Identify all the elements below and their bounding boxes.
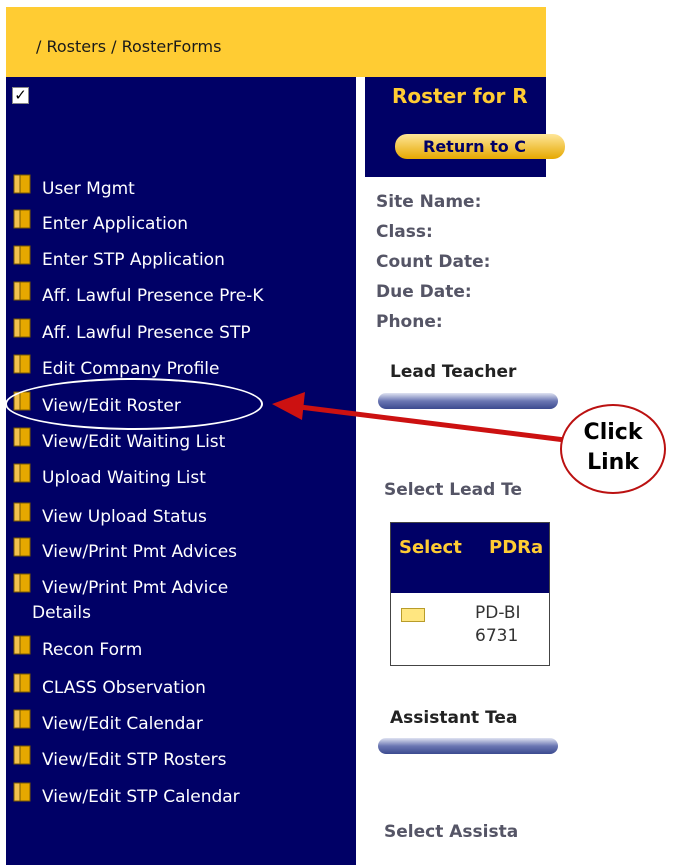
assistant-teacher-heading: Assistant Tea: [390, 708, 518, 728]
lead-teacher-table: Select PDRa PD-BI 6731: [390, 522, 550, 666]
select-assistant-label: Select Assista: [384, 822, 519, 842]
sidebar-item-label: Aff. Lawful Presence STP: [42, 323, 251, 343]
select-lead-teacher-label: Select Lead Te: [384, 480, 523, 500]
lead-teacher-bar: [378, 393, 558, 409]
sidebar-item-label: View/Edit Waiting List: [42, 432, 226, 452]
sidebar-item-label: CLASS Observation: [42, 678, 206, 698]
highlight-ellipse: [5, 378, 263, 430]
sidebar-item-label: Enter Application: [42, 214, 189, 234]
book-icon: [13, 354, 31, 374]
pdr-cell-line1: PD-BI: [475, 603, 521, 623]
book-icon: [13, 635, 31, 655]
count-date-label: Count Date:: [376, 252, 491, 272]
sidebar-item-label: Upload Waiting List: [42, 468, 206, 488]
book-icon: [13, 709, 31, 729]
column-header-select: Select: [399, 537, 462, 558]
click-link-callout: Click Link: [560, 404, 666, 494]
sidebar-item-label: Enter STP Application: [42, 250, 225, 270]
book-icon: [13, 318, 31, 338]
site-name-label: Site Name:: [376, 192, 482, 212]
phone-label: Phone:: [376, 312, 443, 332]
book-icon: [13, 427, 31, 447]
book-icon: [13, 281, 31, 301]
sidebar-item-label: View/Edit Calendar: [42, 714, 203, 734]
table-row[interactable]: PD-BI 6731: [391, 593, 549, 665]
sidebar-item-label-line2: Details: [32, 603, 91, 623]
callout-line2: Link: [587, 450, 639, 475]
sidebar-item-label: Aff. Lawful Presence Pre-K: [42, 286, 264, 306]
book-icon: [13, 463, 31, 483]
column-header-pdr: PDRa: [489, 537, 544, 558]
sidebar-item-label: View/Print Pmt Advices: [42, 542, 238, 562]
breadcrumb: / Rosters / RosterForms: [36, 37, 222, 56]
book-icon: [13, 573, 31, 593]
checkbox[interactable]: ✓: [12, 87, 29, 104]
sidebar-item-label: View Upload Status: [42, 507, 207, 527]
book-icon: [13, 673, 31, 693]
book-icon: [13, 537, 31, 557]
page-title: Roster for R: [392, 84, 528, 108]
folder-icon[interactable]: [401, 608, 425, 622]
book-icon: [13, 245, 31, 265]
book-icon: [13, 209, 31, 229]
sidebar-item-label: View/Edit STP Rosters: [42, 750, 227, 770]
sidebar-item-label: Edit Company Profile: [42, 359, 220, 379]
return-button[interactable]: Return to C: [395, 134, 565, 159]
book-icon: [13, 502, 31, 522]
sidebar-item-label: View/Edit STP Calendar: [42, 787, 240, 807]
book-icon: [13, 745, 31, 765]
pdr-cell-line2: 6731: [475, 626, 519, 646]
lead-teacher-heading: Lead Teacher: [390, 362, 517, 382]
callout-line1: Click: [583, 420, 643, 445]
sidebar-item-label: View/Print Pmt Advice: [42, 578, 229, 598]
book-icon: [13, 174, 31, 194]
sidebar-item-label: Recon Form: [42, 640, 143, 660]
table-header: Select PDRa: [391, 523, 549, 593]
assistant-teacher-bar: [378, 738, 558, 754]
book-icon: [13, 782, 31, 802]
sidebar-item-label: User Mgmt: [42, 179, 135, 199]
class-label: Class:: [376, 222, 433, 242]
due-date-label: Due Date:: [376, 282, 472, 302]
